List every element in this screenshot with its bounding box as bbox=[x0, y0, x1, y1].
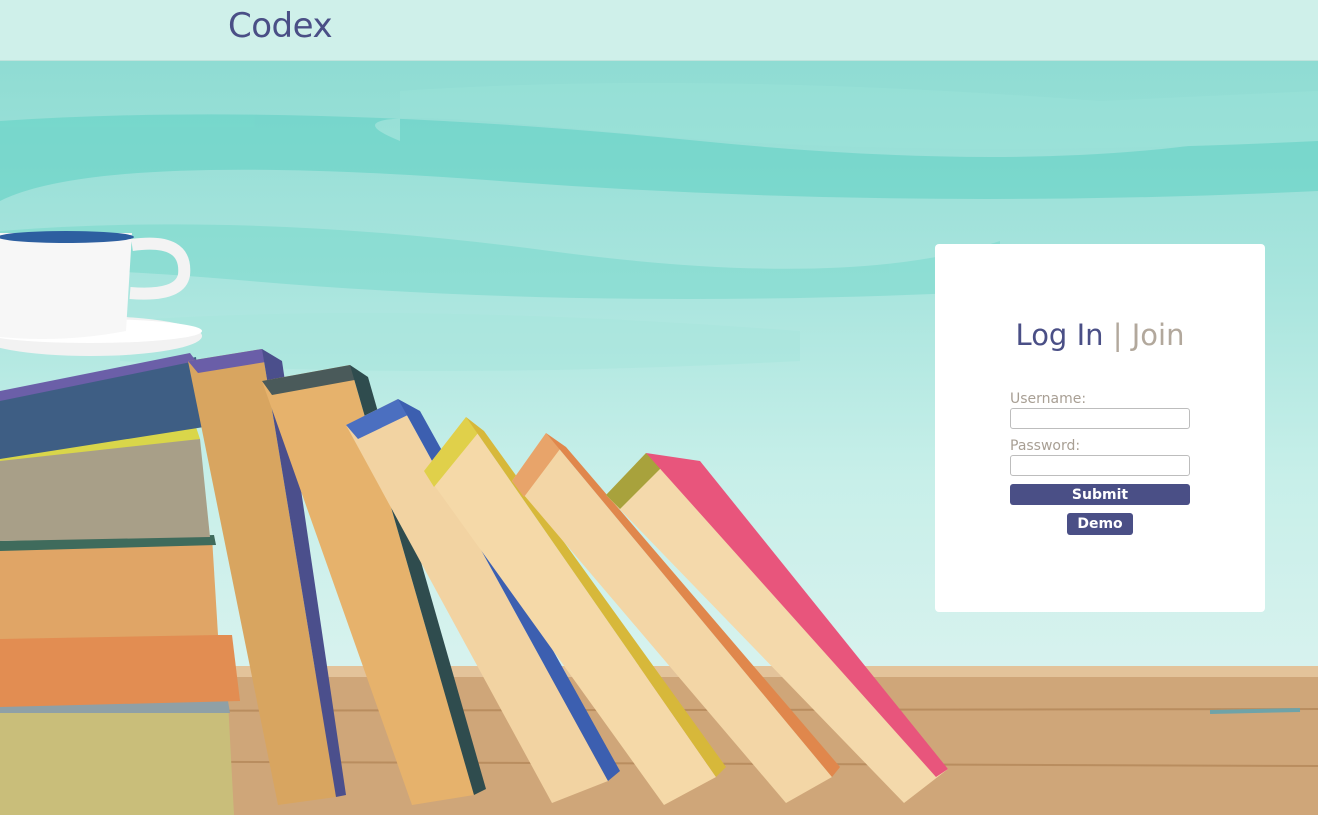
site-logo[interactable]: Codex bbox=[228, 6, 333, 46]
tab-login[interactable]: Log In bbox=[1016, 318, 1104, 352]
auth-card: Log In | Join Username: Password: Submit… bbox=[935, 244, 1265, 612]
submit-button[interactable]: Submit bbox=[1010, 484, 1190, 505]
password-input[interactable] bbox=[1010, 455, 1190, 476]
top-nav-bar: Codex bbox=[0, 0, 1318, 61]
demo-button[interactable]: Demo bbox=[1067, 513, 1133, 535]
password-label: Password: bbox=[1010, 438, 1081, 454]
auth-tabs: Log In | Join bbox=[935, 318, 1265, 352]
tab-separator: | bbox=[1112, 318, 1123, 352]
tab-join[interactable]: Join bbox=[1132, 318, 1185, 352]
username-label: Username: bbox=[1010, 391, 1087, 407]
username-input[interactable] bbox=[1010, 408, 1190, 429]
login-form: Username: Password: Submit Demo bbox=[1010, 390, 1190, 535]
